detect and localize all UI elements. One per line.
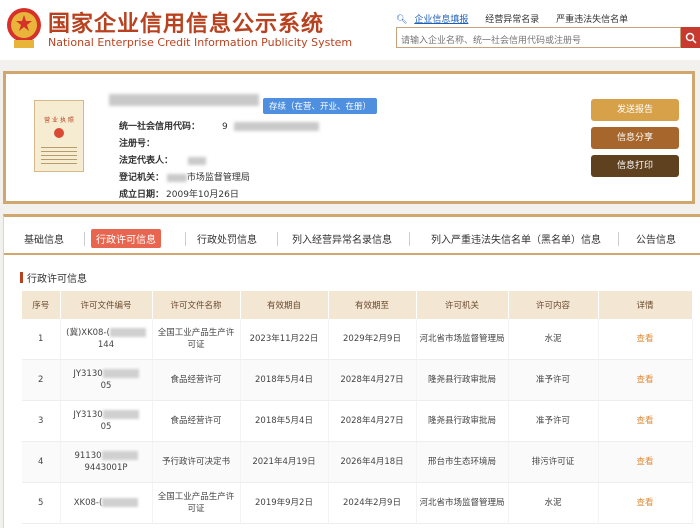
search-button[interactable] [681,27,700,48]
national-emblem-icon [7,8,41,48]
view-detail-link[interactable]: 查看 [636,457,653,467]
details-card: 基础信息 行政许可信息 行政处罚信息 列入经营异常名录信息 列入严重违法失信名单… [3,214,700,528]
tab-divider [185,232,186,246]
permits-table: 序号 许可文件编号 许可文件名称 有效期自 有效期至 许可机关 许可内容 详情 … [22,291,693,524]
license-lines [41,144,77,166]
info-founded: 成立日期： 2009年10月26日 [119,190,239,200]
header-no: 序号 [22,291,61,319]
authority-redacted [166,173,187,182]
doc-code-cell: (冀)XK08-(144 [60,319,153,360]
company-name-redacted [109,94,259,106]
doc-code-cell: XK08-( [60,482,153,524]
info-credit-code: 统一社会信用代码： 9 [119,119,319,132]
tab-divider [618,232,619,246]
view-detail-link[interactable]: 查看 [636,416,653,426]
header-content: 许可内容 [508,291,599,319]
tab-basic-info[interactable]: 基础信息 [19,229,69,248]
business-license-image: 营 业 执 照 [34,100,84,172]
section-title: 行政许可信息 [20,270,87,285]
view-detail-link[interactable]: 查看 [636,334,653,344]
legal-rep-redacted [187,156,206,165]
view-detail-link[interactable]: 查看 [636,498,653,508]
info-tabs: 基础信息 行政许可信息 行政处罚信息 列入经营异常名录信息 列入严重违法失信名单… [4,225,700,255]
table-row: 4 91130 9443001P 予行政许可决定书 2021年4月19日 2026… [22,441,693,483]
table-header-row: 序号 许可文件编号 许可文件名称 有效期自 有效期至 许可机关 许可内容 详情 [22,291,693,319]
send-report-button[interactable]: 发送报告 [591,99,679,121]
search-tab-enterprise[interactable]: 企业信息填报 [414,15,468,25]
doc-code-cell: JY3130 05 [60,400,153,442]
search-box [396,27,681,50]
tab-divider [84,232,85,246]
company-summary-card: 营 业 执 照 存续（在营、开业、在册） 统一社会信用代码： 9 注册号： 法定代… [3,71,695,204]
header-valid-from: 有效期自 [240,291,329,319]
info-authority: 登记机关： 市场监督管理局 [119,173,250,183]
site-header: 国家企业信用信息公示系统 National Enterprise Credit … [0,0,700,60]
header-valid-to: 有效期至 [328,291,417,319]
status-badge: 存续（在营、开业、在册） [263,98,378,114]
table-row: 2 JY3130 05 食品经营许可 2018年5月4日 2028年4月27日 隆… [22,359,693,401]
tab-blacklist[interactable]: 列入严重违法失信名单（黑名单）信息 [426,229,606,248]
search-tab-abnormal[interactable]: 经营异常名录 [485,15,539,25]
credit-code-redacted [233,122,319,131]
table-row: 3 JY3130 05 食品经营许可 2018年5月4日 2028年4月27日 隆… [22,400,693,442]
tab-announcements[interactable]: 公告信息 [631,229,681,248]
site-subtitle: National Enterprise Credit Information P… [48,36,353,49]
doc-code-cell: 91130 9443001P [60,441,153,483]
tab-divider [277,232,278,246]
magnifier-icon [685,32,697,44]
doc-code-cell: JY3130 05 [60,359,153,401]
site-title: 国家企业信用信息公示系统 [48,12,325,37]
info-legal-rep: 法定代表人： [119,153,206,166]
print-info-button[interactable]: 信息打印 [591,155,679,177]
search-input[interactable] [397,32,671,50]
table-row: 1 (冀)XK08-(144 全国工业产品生产许可证 2023年11月22日 2… [22,319,693,360]
view-detail-link[interactable]: 查看 [636,375,653,385]
tab-admin-penalty[interactable]: 行政处罚信息 [192,229,262,248]
search-tabs: 🔍︎ 企业信息填报 经营异常名录 严重违法失信名单 [396,12,642,25]
header-authority: 许可机关 [416,291,509,319]
header-doc-name: 许可文件名称 [152,291,241,319]
search-tab-blacklist[interactable]: 严重违法失信名单 [556,15,628,25]
info-reg-no: 注册号： [119,139,156,149]
tab-admin-license[interactable]: 行政许可信息 [91,229,161,248]
license-title: 营 业 执 照 [44,117,74,124]
share-info-button[interactable]: 信息分享 [591,127,679,149]
header-detail: 详情 [598,291,693,319]
tab-divider [409,232,410,246]
table-row: 5 XK08-( 全国工业产品生产许可证 2019年9月2日 2024年2月9日… [22,482,693,524]
tab-abnormal-list[interactable]: 列入经营异常名录信息 [287,229,397,248]
search-icon: 🔍︎ [396,15,408,25]
header-doc-code: 许可文件编号 [60,291,153,319]
license-seal [54,128,64,138]
